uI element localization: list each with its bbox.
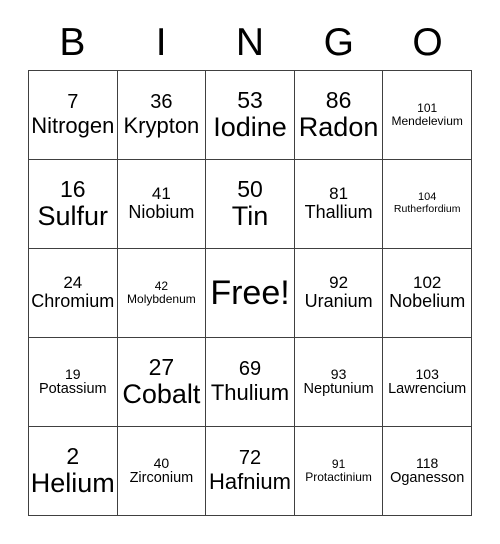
element-name: Krypton: [123, 112, 200, 138]
element-atomic-number: 41: [151, 184, 171, 204]
element-name: Helium: [30, 467, 115, 498]
bingo-cell[interactable]: 81 Thallium: [294, 160, 384, 249]
element-name: Mendelevium: [391, 114, 463, 128]
bingo-cell[interactable]: 42 Molybdenum: [117, 249, 207, 338]
bingo-header-letter-b: B: [59, 20, 86, 64]
element-atomic-number: 93: [330, 365, 347, 382]
bingo-cell[interactable]: 86 Radon: [294, 71, 384, 160]
element-name: Niobium: [128, 202, 195, 223]
bingo-cell[interactable]: 27 Cobalt: [117, 338, 207, 427]
element-name: Tin: [231, 200, 269, 231]
bingo-header-letter-g: G: [323, 20, 354, 64]
element-atomic-number: 81: [329, 184, 349, 204]
element-atomic-number: 27: [148, 354, 175, 380]
element-name: Cobalt: [122, 378, 201, 409]
element-name: Lawrencium: [388, 380, 467, 397]
element-atomic-number: 86: [325, 87, 352, 113]
element-atomic-number: 103: [415, 365, 439, 382]
free-space-label: Free!: [210, 274, 290, 312]
element-atomic-number: 2: [66, 443, 80, 469]
bingo-cell[interactable]: 69 Thulium: [206, 338, 295, 427]
element-atomic-number: 92: [329, 273, 349, 293]
element-atomic-number: 102: [413, 273, 442, 293]
element-atomic-number: 53: [237, 87, 263, 113]
bingo-cell[interactable]: 102 Nobelium: [383, 249, 472, 338]
bingo-cell[interactable]: 104 Rutherfordium: [383, 160, 472, 249]
bingo-cell[interactable]: 36 Krypton: [117, 71, 207, 160]
element-name: Nitrogen: [31, 112, 115, 138]
element-name: Molybdenum: [127, 292, 196, 306]
bingo-cell[interactable]: 118 Oganesson: [383, 427, 472, 516]
element-name: Hafnium: [209, 468, 291, 494]
element-name: Thallium: [304, 202, 373, 223]
bingo-cell[interactable]: 92 Uranium: [294, 249, 384, 338]
element-name: Radon: [298, 111, 379, 142]
bingo-cell[interactable]: 24 Chromium: [29, 249, 118, 338]
bingo-cell[interactable]: 40 Zirconium: [117, 427, 207, 516]
element-atomic-number: 7: [67, 91, 79, 114]
element-atomic-number: 118: [416, 454, 439, 471]
bingo-cell[interactable]: 53 Iodine: [206, 71, 295, 160]
bingo-cell[interactable]: 16 Sulfur: [29, 160, 118, 249]
element-name: Oganesson: [390, 469, 465, 486]
element-name: Sulfur: [37, 200, 109, 231]
element-name: Rutherfordium: [393, 203, 461, 216]
bingo-grid: 7 Nitrogen 36 Krypton 53 Iodine 86 Radon 101 Mend…: [28, 70, 472, 516]
bingo-cell[interactable]: 91 Protactinium: [294, 427, 384, 516]
bingo-cell[interactable]: 41 Niobium: [117, 160, 207, 249]
element-name: Potassium: [38, 380, 107, 397]
bingo-cell[interactable]: 50 Tin: [206, 160, 295, 249]
bingo-cell[interactable]: 7 Nitrogen: [29, 71, 118, 160]
element-atomic-number: 24: [63, 273, 83, 293]
bingo-cell[interactable]: 101 Mendelevium: [383, 71, 472, 160]
bingo-cell[interactable]: 19 Potassium: [29, 338, 118, 427]
element-name: Zirconium: [129, 469, 194, 486]
element-name: Iodine: [213, 111, 287, 142]
element-atomic-number: 69: [238, 358, 262, 381]
element-name: Uranium: [304, 291, 373, 312]
bingo-card: B I N G O 7 Nitrogen 36 Krypton 53 Iodine 86 Ra…: [28, 14, 472, 516]
bingo-header-letter-n: N: [235, 20, 265, 64]
bingo-cell[interactable]: 103 Lawrencium: [383, 338, 472, 427]
bingo-header-letter-o: O: [412, 20, 443, 64]
element-name: Neptunium: [303, 380, 374, 397]
element-atomic-number: 19: [65, 365, 81, 382]
bingo-header-letter-i: I: [155, 20, 167, 64]
bingo-header-row: B I N G O: [28, 14, 472, 70]
bingo-cell[interactable]: 2 Helium: [29, 427, 118, 516]
element-name: Nobelium: [389, 291, 466, 312]
element-atomic-number: 36: [150, 91, 173, 114]
element-atomic-number: 40: [153, 454, 170, 471]
element-name: Thulium: [210, 379, 290, 405]
element-atomic-number: 72: [238, 447, 262, 470]
element-atomic-number: 16: [60, 176, 86, 202]
element-name: Protactinium: [305, 470, 372, 484]
element-atomic-number: 50: [237, 176, 263, 202]
bingo-cell-free[interactable]: Free!: [206, 249, 295, 338]
bingo-cell[interactable]: 93 Neptunium: [294, 338, 384, 427]
bingo-cell[interactable]: 72 Hafnium: [206, 427, 295, 516]
element-name: Chromium: [31, 291, 115, 312]
